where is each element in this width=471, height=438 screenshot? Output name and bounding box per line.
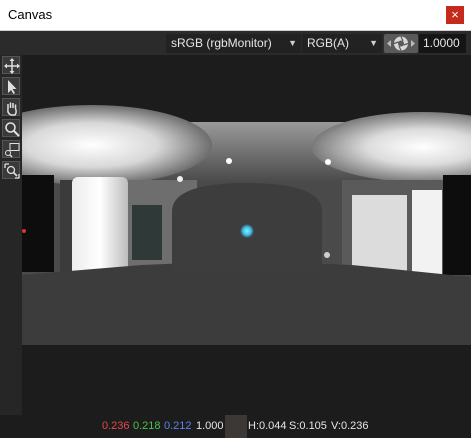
canvas-toolbar: sRGB (rgbMonitor) ▼ RGB(A) ▼ 1.0000 [0, 31, 471, 55]
rect-magnifier-icon [5, 143, 20, 158]
red-value: 0.236 [102, 420, 130, 432]
title-bar: Canvas × [0, 0, 471, 31]
chevron-down-icon: ▼ [288, 38, 297, 48]
alpha-value: 1.000 [196, 420, 224, 432]
colorspace-select[interactable]: sRGB (rgbMonitor) ▼ [166, 34, 301, 53]
move-tool-button[interactable] [2, 56, 20, 74]
zoom-region-icon [4, 163, 20, 179]
channels-select[interactable]: RGB(A) ▼ [302, 34, 382, 53]
region-tool-button[interactable] [2, 140, 20, 158]
blue-value: 0.212 [164, 420, 192, 432]
hand-icon [7, 102, 17, 116]
zoom-tool-button[interactable] [2, 119, 20, 137]
tool-column [0, 55, 22, 438]
color-swatch [225, 415, 247, 438]
channels-value: RGB(A) [307, 36, 349, 50]
pan-tool-button[interactable] [2, 98, 20, 116]
value-value: V:0.236 [331, 420, 369, 432]
panorama-image [22, 105, 471, 345]
image-viewport[interactable] [22, 55, 471, 415]
exposure-button[interactable] [384, 34, 418, 53]
select-tool-button[interactable] [2, 77, 20, 95]
chevron-down-icon: ▼ [369, 38, 378, 48]
exposure-input[interactable]: 1.0000 [419, 34, 466, 53]
move-icon [4, 58, 20, 74]
zoom-region-tool-button[interactable] [2, 161, 20, 179]
hue-value: H:0.044 [248, 420, 287, 432]
window-title: Canvas [8, 7, 53, 22]
close-button[interactable]: × [446, 6, 464, 24]
green-value: 0.218 [133, 420, 161, 432]
colorspace-value: sRGB (rgbMonitor) [171, 36, 272, 50]
status-bar: 0.236 0.218 0.212 1.000 H:0.044 S:0.105 … [0, 415, 471, 438]
magnifier-icon [5, 122, 20, 137]
arrow-cursor-icon [8, 80, 17, 94]
aperture-icon [387, 36, 415, 51]
saturation-value: S:0.105 [289, 420, 327, 432]
